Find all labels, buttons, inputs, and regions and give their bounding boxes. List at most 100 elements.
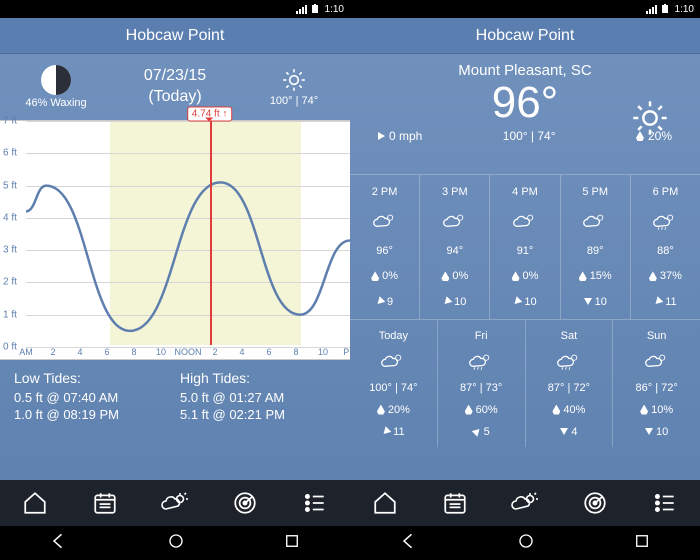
hourly-cell[interactable]: 4 PM91°0%10 xyxy=(490,175,560,319)
date-display[interactable]: 07/23/15 (Today) xyxy=(144,66,206,108)
nav-recent[interactable] xyxy=(283,532,301,555)
sun-icon xyxy=(281,67,307,93)
drop-icon xyxy=(371,271,379,281)
drop-icon xyxy=(552,405,560,415)
weather-icon xyxy=(160,490,190,516)
status-time: 1:10 xyxy=(325,4,344,15)
cloud-icon xyxy=(556,352,582,372)
day-hi-lo: 87° | 72° xyxy=(548,382,590,394)
daily-cell[interactable]: Sat87° | 72°40%4 xyxy=(526,320,614,447)
tide-table: Low Tides: 0.5 ft @ 07:40 AM 1.0 ft @ 08… xyxy=(0,360,350,434)
drop-icon xyxy=(512,271,520,281)
page-title: Hobcaw Point xyxy=(476,27,575,45)
hourly-cell[interactable]: 3 PM94°0%10 xyxy=(420,175,490,319)
cloud-icon xyxy=(372,212,398,232)
low-tide-row: 0.5 ft @ 07:40 AM xyxy=(14,390,170,405)
page-title: Hobcaw Point xyxy=(126,27,225,45)
status-bar: 1:10 xyxy=(0,0,350,18)
low-tides-col: Low Tides: 0.5 ft @ 07:40 AM 1.0 ft @ 08… xyxy=(14,370,170,424)
tab-bar xyxy=(0,480,350,526)
hour-temp: 94° xyxy=(446,245,463,257)
high-tide-row: 5.1 ft @ 02:21 PM xyxy=(180,407,336,422)
low-tides-header: Low Tides: xyxy=(14,370,170,386)
day-precip: 20% xyxy=(377,404,410,416)
tab-bar xyxy=(350,480,700,526)
cloud-icon xyxy=(468,352,494,372)
square-icon xyxy=(283,532,301,550)
wind-arrow-icon xyxy=(645,428,653,435)
hour-wind: 10 xyxy=(584,296,607,308)
android-nav-bar xyxy=(350,526,700,560)
screen-weather: 1:10 Hobcaw Point Mount Pleasant, SC 96°… xyxy=(350,0,700,560)
cloud-icon xyxy=(380,352,406,372)
drop-icon xyxy=(465,405,473,415)
android-nav-bar xyxy=(0,526,350,560)
drop-icon xyxy=(579,271,587,281)
battery-icon xyxy=(661,4,671,14)
nav-home[interactable] xyxy=(167,532,185,555)
tab-list[interactable] xyxy=(647,485,683,521)
daily-forecast[interactable]: Today100° | 74°20%11Fri87° | 73°60%5Sat8… xyxy=(350,319,700,447)
nav-recent[interactable] xyxy=(633,532,651,555)
circle-icon xyxy=(167,532,185,550)
moon-phase: 46% Waxing xyxy=(12,65,100,109)
title-bar: Hobcaw Point xyxy=(0,18,350,54)
square-icon xyxy=(633,532,651,550)
tab-home[interactable] xyxy=(17,485,53,521)
status-bar: 1:10 xyxy=(350,0,700,18)
nav-back[interactable] xyxy=(399,531,419,556)
day-wind: 10 xyxy=(645,426,668,438)
tab-radar[interactable] xyxy=(577,485,613,521)
moon-icon xyxy=(41,65,71,95)
list-icon xyxy=(302,490,328,516)
hour-label: 3 PM xyxy=(442,186,468,198)
tab-calendar[interactable] xyxy=(87,485,123,521)
hour-label: 6 PM xyxy=(653,186,679,198)
tab-calendar[interactable] xyxy=(437,485,473,521)
nav-home[interactable] xyxy=(517,532,535,555)
nav-back[interactable] xyxy=(49,531,69,556)
tide-chart[interactable]: 0 ft1 ft2 ft3 ft4 ft5 ft6 ft7 ftAM246810… xyxy=(0,120,350,360)
hour-temp: 88° xyxy=(657,245,674,257)
wind-arrow-icon xyxy=(584,298,592,305)
daily-cell[interactable]: Sun86° | 72°10%10 xyxy=(613,320,700,447)
back-icon xyxy=(49,531,69,551)
hourly-cell[interactable]: 2 PM96°0%9 xyxy=(350,175,420,319)
hour-temp: 91° xyxy=(517,245,534,257)
home-icon xyxy=(22,490,48,516)
location-label: Mount Pleasant, SC xyxy=(350,62,700,79)
calendar-icon xyxy=(442,490,468,516)
day-hi-lo: 87° | 73° xyxy=(460,382,502,394)
moon-phase-label: 46% Waxing xyxy=(25,97,86,109)
high-tide-row: 5.0 ft @ 01:27 AM xyxy=(180,390,336,405)
list-icon xyxy=(652,490,678,516)
title-bar: Hobcaw Point xyxy=(350,18,700,54)
drop-icon xyxy=(441,271,449,281)
now-indicator: 4.74 ft ↑ xyxy=(187,107,233,122)
current-hi-lo: 100° | 74° xyxy=(503,129,556,143)
tab-list[interactable] xyxy=(297,485,333,521)
daily-cell[interactable]: Today100° | 74°20%11 xyxy=(350,320,438,447)
tab-radar[interactable] xyxy=(227,485,263,521)
tab-weather[interactable] xyxy=(507,485,543,521)
tab-weather[interactable] xyxy=(157,485,193,521)
day-wind: 5 xyxy=(473,426,490,438)
day-precip: 40% xyxy=(552,404,585,416)
cloud-icon xyxy=(442,212,468,232)
battery-icon xyxy=(311,4,321,14)
cloud-icon xyxy=(512,212,538,232)
wind-arrow-icon xyxy=(471,426,482,437)
wind-arrow-icon xyxy=(378,132,385,140)
hourly-cell[interactable]: 6 PM88°37%11 xyxy=(631,175,700,319)
date-value: 07/23/15 xyxy=(144,66,206,87)
day-label: Fri xyxy=(475,330,488,342)
hourly-cell[interactable]: 5 PM89°15%10 xyxy=(561,175,631,319)
daily-cell[interactable]: Fri 87° | 73° 60% 5 xyxy=(438,320,526,447)
hour-label: 2 PM xyxy=(372,186,398,198)
day-precip: 60% xyxy=(465,404,498,416)
current-wind: 0 mph xyxy=(378,129,422,143)
tab-home[interactable] xyxy=(367,485,403,521)
hour-temp: 96° xyxy=(376,245,393,257)
hourly-forecast[interactable]: 2 PM96°0%93 PM94°0%104 PM91°0%105 PM89°1… xyxy=(350,174,700,319)
day-hi-lo: 100° | 74° xyxy=(369,382,417,394)
